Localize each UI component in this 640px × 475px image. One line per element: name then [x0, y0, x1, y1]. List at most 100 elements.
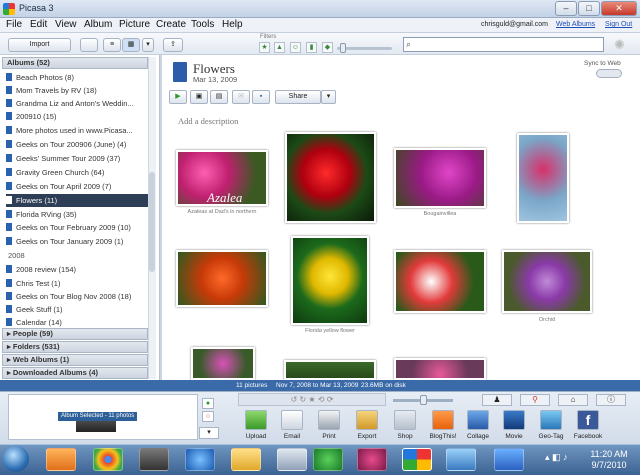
- photo-thumbnail[interactable]: [176, 250, 268, 307]
- web-albums-section-header[interactable]: ▸ Web Albums (1): [2, 354, 148, 366]
- collage-icon[interactable]: ▣: [190, 90, 208, 104]
- menu-file[interactable]: File: [6, 19, 22, 30]
- blogthis-button-label[interactable]: BlogThis!: [424, 433, 462, 440]
- grid-view-icon[interactable]: ▦: [122, 38, 140, 52]
- rotate-edit-buttons[interactable]: ↺ ↻ ★ ⟲ ⟳: [238, 393, 386, 406]
- facebook-button-label[interactable]: Facebook: [569, 433, 607, 440]
- sidebar-item[interactable]: Geeks on Tour April 2009 (7): [6, 180, 148, 193]
- email-action-icon[interactable]: [281, 410, 303, 430]
- messenger-taskbar-icon[interactable]: [313, 448, 343, 471]
- info-panel-icon[interactable]: ⓘ: [596, 394, 626, 406]
- sidebar-item[interactable]: Geeks' Summer Tour 2009 (37): [6, 152, 148, 165]
- photo-thumbnail[interactable]: [394, 358, 486, 380]
- sign-out-link[interactable]: Sign Out: [605, 21, 632, 28]
- minimize-button[interactable]: –: [555, 1, 577, 16]
- sidebar-item[interactable]: 200910 (15): [6, 110, 148, 123]
- sidebar-scrollbar-thumb[interactable]: [149, 172, 155, 272]
- geotag-filter-icon[interactable]: ◆: [322, 42, 333, 53]
- sidebar-item[interactable]: Chris Test (1): [6, 277, 148, 290]
- tags-panel-icon[interactable]: ⌂: [558, 394, 588, 406]
- people-section-header[interactable]: ▸ People (59): [2, 328, 148, 340]
- sidebar-item[interactable]: Grandma Liz and Anton's Weddin...: [6, 97, 148, 110]
- save-icon[interactable]: ▪: [252, 90, 270, 104]
- upload-icon[interactable]: [245, 410, 267, 430]
- ie-taskbar-icon[interactable]: [185, 448, 215, 471]
- print-button-label[interactable]: Print: [310, 433, 348, 440]
- share-button[interactable]: Share: [275, 90, 321, 104]
- albums-section-header[interactable]: Albums (52): [2, 57, 148, 69]
- folders-section-header[interactable]: ▸ Folders (531): [2, 341, 148, 353]
- word-taskbar-icon[interactable]: [494, 448, 524, 471]
- view-dropdown-icon[interactable]: ▾: [142, 38, 154, 52]
- menu-help[interactable]: Help: [222, 19, 243, 30]
- snipping-tool-taskbar-icon[interactable]: [357, 448, 387, 471]
- upload-toolbar-button[interactable]: ⇪: [163, 38, 183, 52]
- menu-edit[interactable]: Edit: [30, 19, 47, 30]
- star-filter-icon[interactable]: ★: [259, 42, 270, 53]
- print-icon[interactable]: [318, 410, 340, 430]
- collage-action-icon[interactable]: [467, 410, 489, 430]
- photo-thumbnail[interactable]: [502, 250, 592, 313]
- laptop-taskbar-icon[interactable]: [139, 448, 169, 471]
- taskbar-clock[interactable]: 11:20 AM 9/7/2010: [583, 449, 635, 471]
- export-icon[interactable]: [356, 410, 378, 430]
- slideshow-view-button[interactable]: [80, 38, 98, 52]
- menu-picture[interactable]: Picture: [119, 19, 150, 30]
- sidebar-item[interactable]: Geek Stuff (1): [6, 303, 148, 316]
- thumbnail-size-slider-thumb[interactable]: [420, 395, 427, 405]
- sidebar-item[interactable]: 2008 review (154): [6, 263, 148, 276]
- media-player-taskbar-icon[interactable]: [46, 448, 76, 471]
- facebook-icon[interactable]: f: [577, 410, 599, 430]
- places-panel-icon[interactable]: ⚲: [520, 394, 550, 406]
- sync-to-web-toggle[interactable]: [596, 69, 622, 78]
- geotag-icon[interactable]: [540, 410, 562, 430]
- movie-icon[interactable]: ▤: [210, 90, 228, 104]
- clear-tray-icon[interactable]: ○: [202, 411, 214, 422]
- geotag-button-label[interactable]: Geo-Tag: [532, 433, 570, 440]
- calculator-taskbar-icon[interactable]: [277, 448, 307, 471]
- menu-tools[interactable]: Tools: [191, 19, 214, 30]
- system-tray-icons[interactable]: ▴ ◧ ♪: [545, 452, 568, 463]
- hold-pin-icon[interactable]: ●: [202, 398, 214, 409]
- share-dropdown-icon[interactable]: ▾: [321, 90, 336, 104]
- sidebar-item[interactable]: Geeks on Tour February 2009 (10): [6, 221, 148, 234]
- email-icon[interactable]: ✉: [232, 90, 250, 104]
- email-button-label[interactable]: Email: [273, 433, 311, 440]
- collage-button-label[interactable]: Collage: [459, 433, 497, 440]
- sidebar-item[interactable]: Beach Photos (8): [6, 71, 148, 84]
- sidebar-item[interactable]: Gravity Green Church (64): [6, 166, 148, 179]
- movie-button-label[interactable]: Movie: [495, 433, 533, 440]
- date-filter-slider-thumb[interactable]: [340, 43, 346, 53]
- downloaded-albums-section-header[interactable]: ▸ Downloaded Albums (4): [2, 367, 148, 379]
- sidebar-item[interactable]: Geeks on Tour 200906 (June) (4): [6, 138, 148, 151]
- photo-thumbnail[interactable]: [394, 148, 486, 208]
- sidebar-item[interactable]: Geeks on Tour Blog Nov 2008 (18): [6, 290, 148, 303]
- photo-thumbnail[interactable]: [285, 132, 376, 223]
- menu-album[interactable]: Album: [84, 19, 112, 30]
- start-button[interactable]: [3, 446, 29, 472]
- sidebar-item[interactable]: Florida RVing (35): [6, 208, 148, 221]
- album-date[interactable]: Mar 13, 2009: [193, 75, 237, 84]
- play-slideshow-icon[interactable]: ▶: [169, 90, 187, 104]
- photo-thumbnail[interactable]: [191, 347, 255, 380]
- movie-action-icon[interactable]: [503, 410, 525, 430]
- web-filter-icon[interactable]: ▲: [274, 42, 285, 53]
- sidebar-item[interactable]: Mom Travels by RV (18): [6, 84, 148, 97]
- sidebar-item[interactable]: Geeks on Tour January 2009 (1): [6, 235, 148, 248]
- paint-taskbar-icon[interactable]: [446, 448, 476, 471]
- people-panel-icon[interactable]: ♟: [482, 394, 512, 406]
- photo-thumbnail[interactable]: [284, 360, 376, 380]
- menu-create[interactable]: Create: [156, 19, 186, 30]
- search-input[interactable]: [403, 37, 604, 52]
- chrome-taskbar-icon[interactable]: [93, 448, 123, 471]
- face-filter-icon[interactable]: ☺: [290, 42, 301, 53]
- menu-view[interactable]: View: [55, 19, 77, 30]
- tray-menu-icon[interactable]: ▾: [199, 427, 219, 439]
- web-albums-link[interactable]: Web Albums: [556, 21, 595, 28]
- sidebar-item-selected[interactable]: Flowers (11): [6, 194, 148, 207]
- movie-filter-icon[interactable]: ▮: [306, 42, 317, 53]
- shop-button-label[interactable]: Shop: [386, 433, 424, 440]
- import-button[interactable]: Import: [8, 38, 71, 52]
- photo-thumbnail[interactable]: [291, 236, 369, 325]
- list-view-icon[interactable]: ≡: [103, 38, 121, 52]
